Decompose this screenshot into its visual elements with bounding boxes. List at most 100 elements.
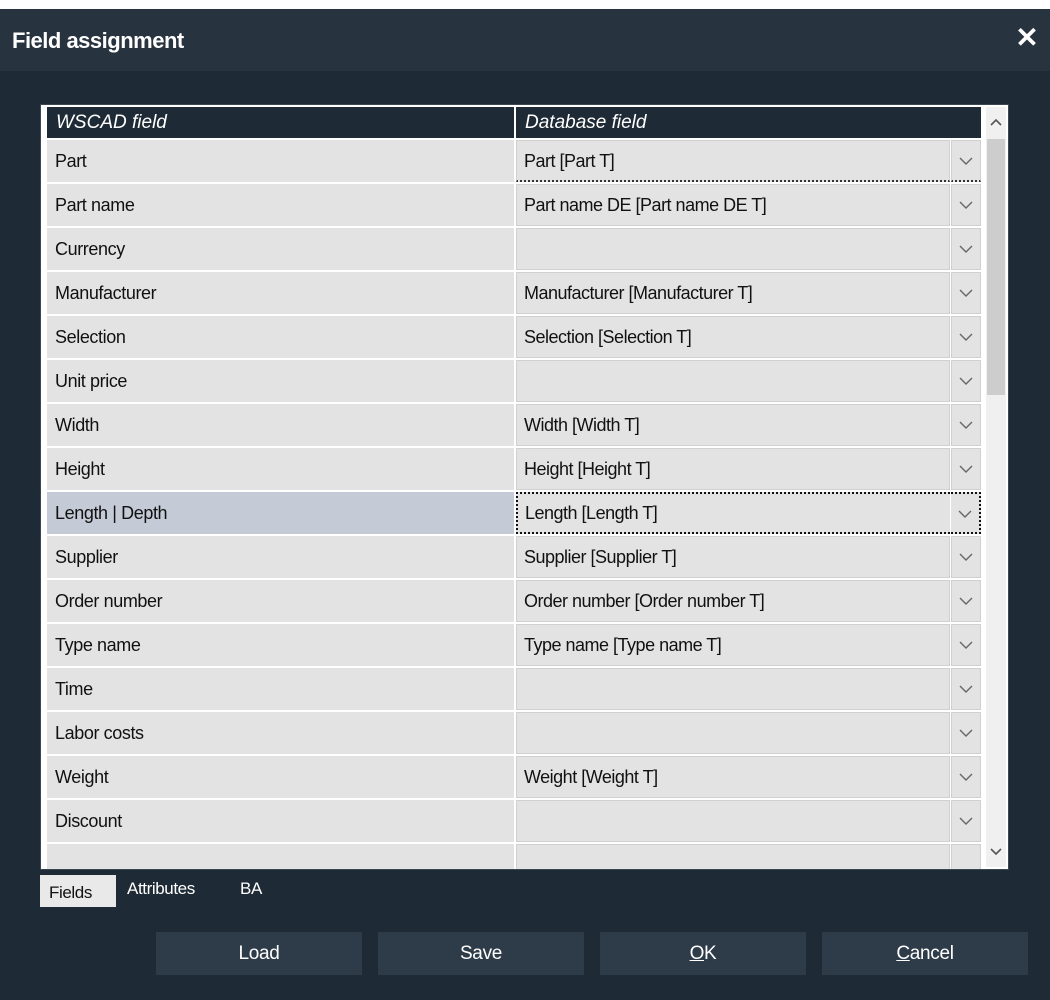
close-icon[interactable]: ✕ <box>1012 23 1042 53</box>
field-grid-frame: WSCAD field Database field Part Part [Pa… <box>40 104 1009 870</box>
dropdown-button[interactable] <box>951 536 981 578</box>
chevron-down-icon <box>959 245 973 253</box>
chevron-down-icon <box>990 848 1002 856</box>
dropdown-button[interactable] <box>951 756 981 798</box>
chevron-down-icon <box>959 421 973 429</box>
chevron-down-icon <box>959 641 973 649</box>
table-row[interactable]: Manufacturer Manufacturer [Manufacturer … <box>47 272 987 316</box>
table-row[interactable]: Weight Weight [Weight T] <box>47 756 987 800</box>
wscad-field-cell: Labor costs <box>47 712 514 754</box>
table-row[interactable]: Supplier Supplier [Supplier T] <box>47 536 987 580</box>
chevron-down-icon <box>959 289 973 297</box>
table-row[interactable]: Unit price <box>47 360 987 404</box>
database-field-select[interactable]: Selection [Selection T] <box>516 316 950 358</box>
dialog-title: Field assignment <box>12 28 184 53</box>
chevron-down-icon <box>959 773 973 781</box>
dropdown-button[interactable] <box>951 404 981 446</box>
load-button[interactable]: Load <box>156 932 362 975</box>
wscad-field-cell: Part name <box>47 184 514 226</box>
table-row-partial <box>47 844 987 869</box>
dropdown-button[interactable] <box>951 228 981 270</box>
tab-fields[interactable]: Fields <box>40 875 116 907</box>
dropdown-button[interactable] <box>951 712 981 754</box>
chevron-down-icon <box>959 333 973 341</box>
save-button[interactable]: Save <box>378 932 584 975</box>
scroll-down-button[interactable] <box>986 837 1006 867</box>
dropdown-button[interactable] <box>951 668 981 710</box>
dropdown-button[interactable] <box>951 800 981 842</box>
column-header-wscad-field[interactable]: WSCAD field <box>47 107 515 138</box>
table-row[interactable]: Order number Order number [Order number … <box>47 580 987 624</box>
field-grid: WSCAD field Database field Part Part [Pa… <box>47 107 981 869</box>
wscad-field-cell <box>47 844 514 869</box>
dropdown-button <box>951 844 981 869</box>
dropdown-button[interactable] <box>951 140 981 182</box>
database-field-select[interactable]: Order number [Order number T] <box>516 580 950 622</box>
chevron-down-icon <box>959 685 973 693</box>
wscad-field-cell: Order number <box>47 580 514 622</box>
ok-mnemonic: O <box>689 943 705 964</box>
chevron-down-icon <box>959 817 973 825</box>
table-row[interactable]: Time <box>47 668 987 712</box>
wscad-field-cell: Time <box>47 668 514 710</box>
wscad-field-cell: Type name <box>47 624 514 666</box>
table-row[interactable]: Part name Part name DE [Part name DE T] <box>47 184 987 228</box>
table-row[interactable]: Type name Type name [Type name T] <box>47 624 987 668</box>
database-field-select[interactable]: Supplier [Supplier T] <box>516 536 950 578</box>
scrollbar-thumb[interactable] <box>987 139 1005 395</box>
database-field-select[interactable] <box>516 668 950 710</box>
chevron-down-icon <box>959 201 973 209</box>
chevron-up-icon <box>990 118 1002 126</box>
database-field-select[interactable]: Manufacturer [Manufacturer T] <box>516 272 950 314</box>
chevron-down-icon <box>959 377 973 385</box>
cancel-label-rest: ancel <box>909 943 954 964</box>
database-field-select[interactable]: Type name [Type name T] <box>516 624 950 666</box>
scroll-up-button[interactable] <box>986 107 1006 137</box>
table-row[interactable]: Discount <box>47 800 987 844</box>
tab-attributes[interactable]: Attributes <box>127 871 227 907</box>
database-field-select[interactable]: Height [Height T] <box>516 448 950 490</box>
dropdown-button[interactable] <box>951 360 981 402</box>
database-field-select[interactable] <box>516 712 950 754</box>
chevron-down-icon <box>959 597 973 605</box>
wscad-field-cell: Weight <box>47 756 514 798</box>
dropdown-button[interactable] <box>951 316 981 358</box>
chevron-down-icon <box>958 510 972 518</box>
wscad-field-cell: Length | Depth <box>47 492 514 534</box>
database-field-select[interactable] <box>516 228 950 270</box>
tab-ba[interactable]: BA <box>240 871 280 907</box>
database-field-select[interactable] <box>516 360 950 402</box>
dropdown-button[interactable] <box>951 448 981 490</box>
ok-button[interactable]: OK <box>600 932 806 975</box>
wscad-field-cell: Unit price <box>47 360 514 402</box>
chevron-down-icon <box>959 729 973 737</box>
vertical-scrollbar[interactable] <box>986 107 1006 867</box>
ok-label-rest: K <box>704 943 717 964</box>
wscad-field-cell: Height <box>47 448 514 490</box>
cancel-button[interactable]: Cancel <box>822 932 1028 975</box>
dropdown-button[interactable] <box>951 184 981 226</box>
database-field-select[interactable]: Part name DE [Part name DE T] <box>516 184 950 226</box>
wscad-field-cell: Currency <box>47 228 514 270</box>
dropdown-button[interactable] <box>951 624 981 666</box>
dropdown-button[interactable] <box>951 492 981 534</box>
field-assignment-dialog: Field assignment ✕ WSCAD field Database … <box>0 9 1050 1000</box>
database-field-select[interactable]: Width [Width T] <box>516 404 950 446</box>
table-row[interactable]: Currency <box>47 228 987 272</box>
table-row[interactable]: Labor costs <box>47 712 987 756</box>
wscad-field-cell: Manufacturer <box>47 272 514 314</box>
column-header-database-field[interactable]: Database field <box>516 107 981 138</box>
table-row[interactable]: Part Part [Part T] <box>47 140 987 184</box>
dropdown-button[interactable] <box>951 580 981 622</box>
database-field-select[interactable]: Length [Length T] <box>516 492 950 534</box>
dropdown-button[interactable] <box>951 272 981 314</box>
table-row[interactable]: Height Height [Height T] <box>47 448 987 492</box>
chevron-down-icon <box>959 465 973 473</box>
table-row[interactable]: Selection Selection [Selection T] <box>47 316 987 360</box>
database-field-select[interactable]: Part [Part T] <box>516 140 950 182</box>
wscad-field-cell: Selection <box>47 316 514 358</box>
database-field-select[interactable]: Weight [Weight T] <box>516 756 950 798</box>
database-field-select[interactable] <box>516 800 950 842</box>
table-row-selected[interactable]: Length | Depth Length [Length T] <box>47 492 987 536</box>
table-row[interactable]: Width Width [Width T] <box>47 404 987 448</box>
